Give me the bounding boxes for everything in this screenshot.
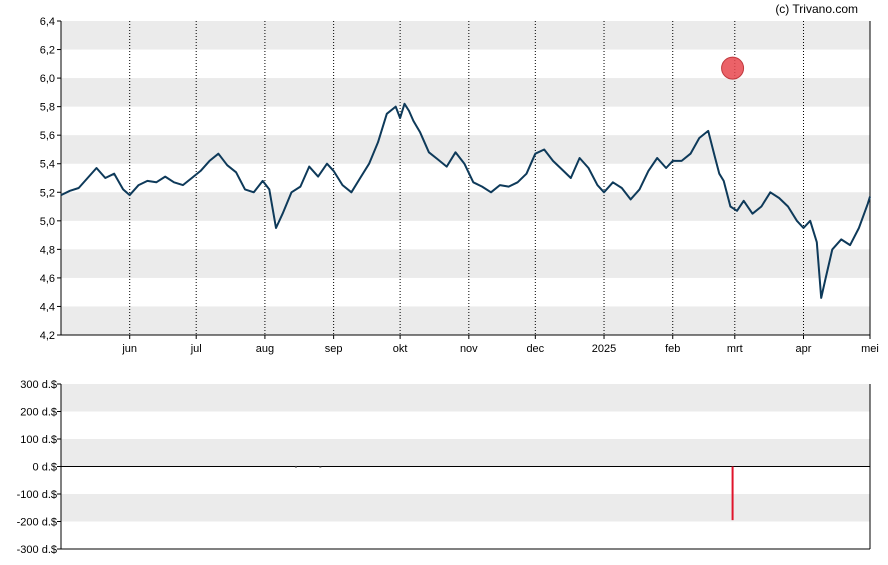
price-month-gridlines	[129, 21, 871, 335]
price-x-tick-labels: jun jul aug sep okt nov dec 2025 feb mrt apr mei	[121, 335, 879, 355]
x-tick-label: mrt	[727, 343, 743, 355]
y-tick-label: 5,0	[40, 216, 55, 228]
insider-band	[61, 494, 870, 522]
insider-y-tick-label: -200 d.$	[17, 517, 57, 529]
y-tick-label: 4,8	[40, 244, 55, 256]
price-axes	[60, 21, 871, 336]
y-tick-label: 5,2	[40, 187, 55, 199]
x-tick-label: mei	[861, 343, 879, 355]
price-y-tick-labels: 4,2 4,4 4,6 4,8 5,0 5,2 5,4 5,6 5,8 6,0 6,2 6,4	[40, 16, 61, 342]
x-tick-label: dec	[526, 343, 544, 355]
insider-y-tick-label: 300 d.$	[20, 379, 57, 391]
x-tick-label: feb	[665, 343, 680, 355]
copyright-label: (c) Trivano.com	[775, 2, 858, 16]
y-tick-label: 6,4	[40, 16, 55, 28]
price-chart: 4,2 4,4 4,6 4,8 5,0 5,2 5,4 5,6 5,8 6,0 6,2 6,4 jun…	[40, 16, 879, 355]
chart-root: 4,2 4,4 4,6 4,8 5,0 5,2 5,4 5,6 5,8 6,0 6,2 6,4 jun…	[17, 2, 879, 556]
insider-y-tick-labels: 300 d.$ 200 d.$ 100 d.$ 0 d.$ -100 d.$ -200 d…	[17, 379, 61, 556]
y-tick-label: 4,2	[40, 330, 55, 342]
insider-y-tick-label: -300 d.$	[17, 544, 57, 556]
y-tick-label: 6,2	[40, 45, 55, 57]
price-grid-bands	[61, 21, 870, 335]
insider-chart: 300 d.$ 200 d.$ 100 d.$ 0 d.$ -100 d.$ -200 d…	[17, 379, 871, 556]
price-band	[61, 135, 870, 164]
insider-marker	[721, 56, 745, 80]
x-tick-label: jun	[121, 343, 137, 355]
y-tick-label: 4,6	[40, 273, 55, 285]
x-tick-label: apr	[796, 343, 812, 355]
price-band	[61, 306, 870, 335]
insider-band	[61, 439, 870, 467]
x-tick-label: 2025	[592, 343, 616, 355]
insider-band	[61, 384, 870, 412]
insider-grid-bands	[61, 384, 870, 522]
insider-y-tick-label: -100 d.$	[17, 489, 57, 501]
price-band	[61, 249, 870, 278]
x-tick-label: aug	[256, 343, 274, 355]
y-tick-label: 6,0	[40, 73, 55, 85]
x-tick-label: jul	[190, 343, 202, 355]
price-band	[61, 78, 870, 107]
insider-y-tick-label: 200 d.$	[20, 407, 57, 419]
y-tick-label: 4,4	[40, 301, 55, 313]
insider-y-tick-label: 0 d.$	[33, 462, 57, 474]
x-tick-label: sep	[325, 343, 343, 355]
x-tick-label: nov	[460, 343, 478, 355]
price-band	[61, 21, 870, 50]
x-tick-label: okt	[393, 343, 408, 355]
insider-y-tick-label: 100 d.$	[20, 434, 57, 446]
y-tick-label: 5,8	[40, 102, 55, 114]
y-tick-label: 5,4	[40, 159, 55, 171]
price-annotations	[721, 56, 745, 80]
y-tick-label: 5,6	[40, 130, 55, 142]
